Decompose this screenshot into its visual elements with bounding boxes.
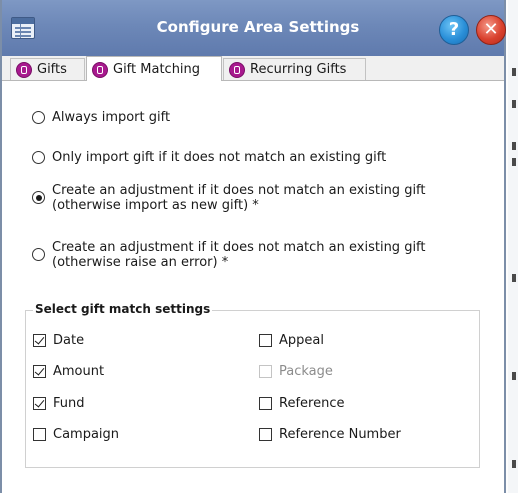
tab-gift-matching-label: Gift Matching — [113, 62, 201, 77]
checkbox-label: Fund — [53, 396, 85, 411]
checkbox-label: Campaign — [53, 427, 120, 442]
checkbox-checked[interactable] — [33, 397, 46, 410]
checkbox-label: Reference — [279, 396, 345, 411]
tab-gift-matching[interactable]: Gift Matching — [86, 56, 222, 81]
configure-area-settings-dialog: Configure Area Settings ? ✕ Gifts Gift M… — [0, 0, 506, 493]
checkbox-date[interactable]: Date — [33, 333, 84, 348]
radio-button[interactable] — [32, 248, 45, 261]
dialog-title: Configure Area Settings — [156, 18, 360, 36]
checkbox-unchecked[interactable] — [259, 397, 272, 410]
radio-adjustment-raise-error[interactable]: Create an adjustment if it does not matc… — [32, 240, 426, 270]
tab-recurring-gifts[interactable]: Recurring Gifts — [223, 58, 366, 80]
radio-label: Create an adjustment if it does not matc… — [52, 240, 426, 270]
checkbox-appeal[interactable]: Appeal — [259, 333, 324, 348]
gift-icon — [92, 62, 108, 78]
radio-label: Create an adjustment if it does not matc… — [52, 183, 426, 213]
background-mark — [512, 460, 516, 468]
radio-label-line1: Create an adjustment if it does not matc… — [52, 240, 426, 255]
radio-adjustment-import-new[interactable]: Create an adjustment if it does not matc… — [32, 183, 426, 213]
gift-icon — [229, 62, 245, 78]
background-mark — [512, 68, 516, 76]
checkbox-label: Package — [279, 364, 333, 379]
radio-button[interactable] — [32, 151, 45, 164]
tab-recurring-gifts-label: Recurring Gifts — [250, 62, 347, 77]
checkbox-checked[interactable] — [33, 365, 46, 378]
gift-icon — [16, 62, 32, 78]
radio-import-if-no-match[interactable]: Only import gift if it does not match an… — [32, 150, 386, 165]
checkbox-label: Reference Number — [279, 427, 401, 442]
radio-label-line2: (otherwise raise an error) * — [52, 255, 229, 270]
close-icon[interactable]: ✕ — [476, 15, 506, 45]
radio-label-line1: Create an adjustment if it does not matc… — [52, 183, 426, 198]
group-title: Select gift match settings — [33, 302, 213, 316]
checkbox-disabled — [259, 365, 272, 378]
radio-label: Always import gift — [52, 110, 171, 125]
checkbox-unchecked[interactable] — [33, 428, 46, 441]
checkbox-label: Date — [53, 333, 85, 348]
checkbox-fund[interactable]: Fund — [33, 396, 85, 411]
checkbox-reference-number[interactable]: Reference Number — [259, 427, 401, 442]
radio-label: Only import gift if it does not match an… — [52, 150, 387, 165]
checkbox-checked[interactable] — [33, 334, 46, 347]
radio-button-selected[interactable] — [32, 191, 45, 204]
checkbox-campaign[interactable]: Campaign — [33, 427, 119, 442]
background-mark — [512, 274, 516, 282]
radio-label-line2: (otherwise import as new gift) * — [52, 198, 259, 213]
checkbox-reference[interactable]: Reference — [259, 396, 344, 411]
checkbox-label: Appeal — [279, 333, 324, 348]
tab-gifts-label: Gifts — [37, 62, 67, 77]
checkbox-unchecked[interactable] — [259, 428, 272, 441]
checkbox-amount[interactable]: Amount — [33, 364, 104, 379]
checkbox-label: Amount — [53, 364, 105, 379]
tab-gifts[interactable]: Gifts — [10, 58, 85, 80]
gift-match-settings-group — [25, 310, 480, 468]
radio-button[interactable] — [32, 111, 45, 124]
radio-always-import[interactable]: Always import gift — [32, 110, 170, 125]
help-icon[interactable]: ? — [439, 15, 469, 45]
tab-strip: Gifts Gift Matching Recurring Gifts — [2, 56, 504, 81]
background-mark — [512, 142, 516, 150]
background-mark — [512, 372, 516, 380]
screen: Configure Area Settings ? ✕ Gifts Gift M… — [0, 0, 518, 493]
checkbox-unchecked[interactable] — [259, 334, 272, 347]
background-mark — [512, 100, 516, 108]
checkbox-package: Package — [259, 364, 333, 379]
title-bar[interactable]: Configure Area Settings ? ✕ — [2, 0, 506, 57]
background-mark — [512, 158, 516, 166]
